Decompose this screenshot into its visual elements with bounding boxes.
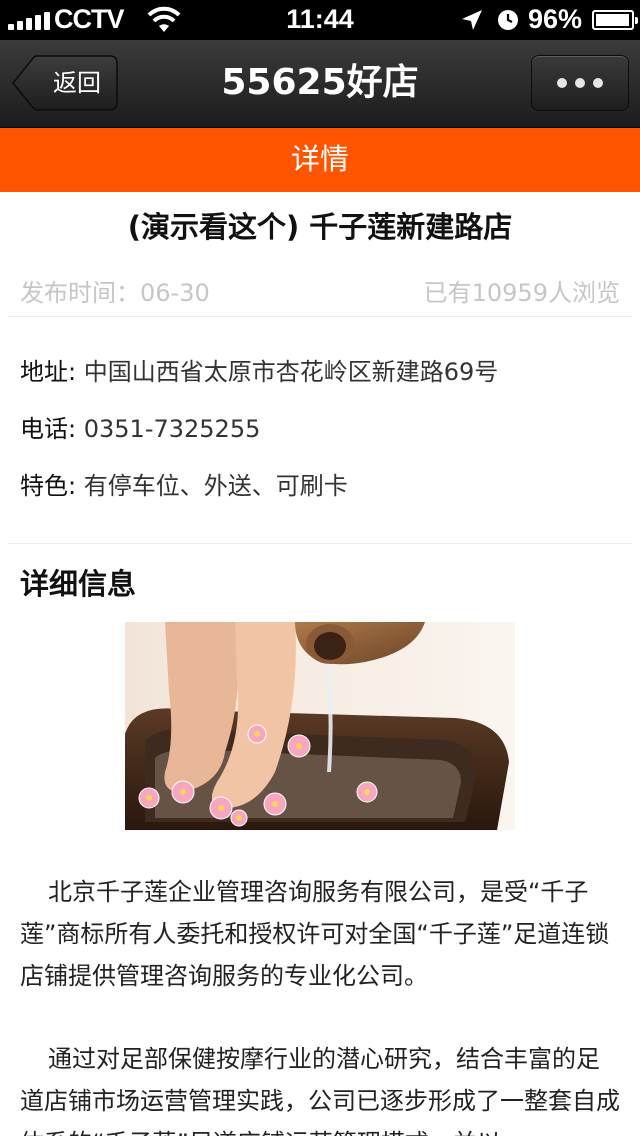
address-value: 中国山西省太原市杏花岭区新建路69号 [83, 358, 499, 386]
phone-label: 电话: [20, 415, 77, 443]
more-dot-icon [593, 78, 603, 88]
store-title: (演示看这个) 千子莲新建路店 [127, 210, 513, 244]
back-button-label: 返回 [53, 69, 101, 97]
foot-spa-image [125, 622, 515, 830]
location-arrow-icon [462, 10, 482, 30]
back-button[interactable]: 返回 [12, 55, 118, 111]
more-dot-icon [575, 78, 585, 88]
feature-value: 有停车位、外送、可刷卡 [83, 472, 348, 500]
status-bar: CCTV 11:44 96% [0, 0, 640, 40]
feature-label: 特色: [20, 472, 77, 500]
details-heading: 详细信息 [20, 567, 137, 601]
more-dot-icon [557, 78, 567, 88]
navigation-bar: 返回 55625好店 [0, 40, 640, 128]
battery-fill [596, 14, 629, 26]
battery-icon [592, 10, 638, 30]
description-paragraph-2: 通过对足部保健按摩行业的潜心研究，结合丰富的足道店铺市场运营管理实践，公司已逐步… [20, 1045, 620, 1136]
phone-row[interactable]: 电话: 0351-7325255 [20, 409, 620, 449]
meta-row: 发布时间：06-30 已有10959人浏览 [20, 273, 620, 307]
description-paragraph-1: 北京千子莲企业管理咨询服务有限公司，是受“千子莲”商标所有人委托和授权许可对全国… [20, 878, 610, 990]
battery-percentage: 96% [528, 4, 583, 34]
divider [8, 543, 632, 544]
phone-value[interactable]: 0351-7325255 [84, 415, 261, 443]
address-row: 地址: 中国山西省太原市杏花岭区新建路69号 [20, 352, 620, 392]
feature-row: 特色: 有停车位、外送、可刷卡 [20, 466, 620, 506]
page-title-bar: 55625好店 [221, 62, 419, 103]
clock-icon [498, 10, 518, 30]
publish-time: 发布时间：06-30 [20, 279, 210, 307]
address-label: 地址: [20, 358, 77, 386]
divider [8, 316, 632, 317]
more-options-button[interactable] [531, 55, 629, 111]
tab-details[interactable]: 详情 [0, 128, 640, 192]
view-count: 已有10959人浏览 [423, 279, 620, 307]
